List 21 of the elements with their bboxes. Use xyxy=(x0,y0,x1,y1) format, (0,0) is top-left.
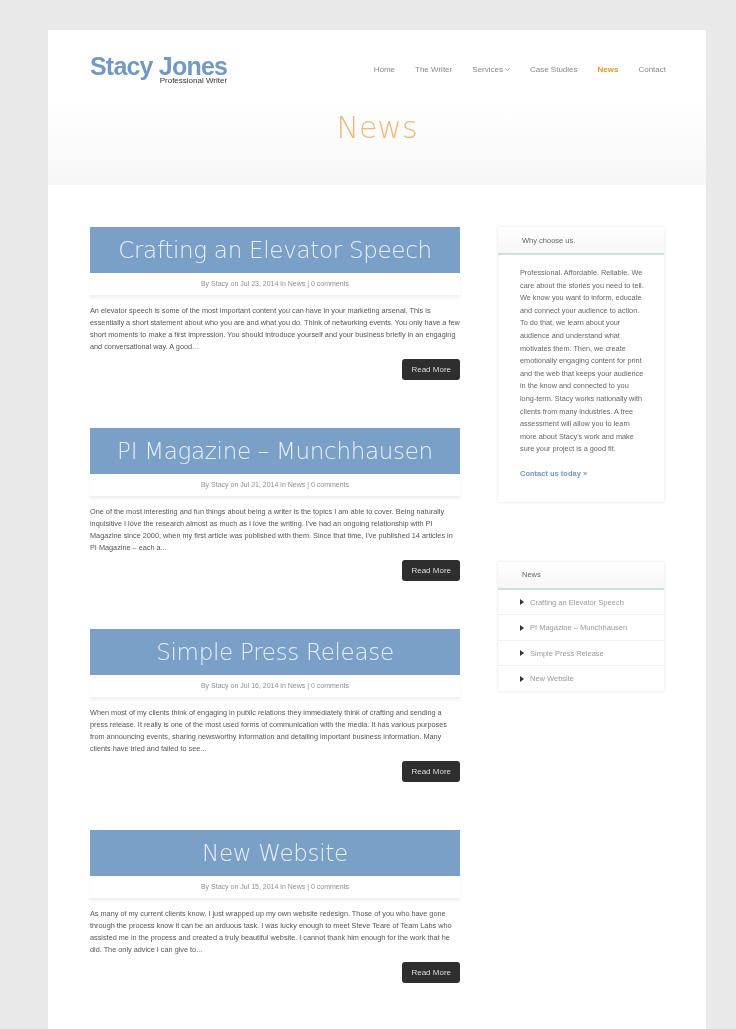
arrow-right-icon xyxy=(520,675,524,682)
arrow-right-icon xyxy=(520,624,524,631)
read-more-button[interactable]: Read More xyxy=(402,761,460,782)
logo-name: Stacy Jones xyxy=(90,53,228,78)
nav-link[interactable]: Case Studies xyxy=(529,64,578,74)
read-more-button[interactable]: Read More xyxy=(402,560,460,581)
logo-tagline: Professional Writer xyxy=(159,75,228,85)
nav-link[interactable]: Services xyxy=(472,64,510,74)
post-title[interactable]: PI Magazine – Munchhausen xyxy=(117,438,433,464)
page-title: News xyxy=(336,110,418,145)
post-title[interactable]: Crafting an Elevator Speech xyxy=(118,237,432,263)
arrow-right-icon xyxy=(520,599,524,606)
nav-link[interactable]: News xyxy=(597,64,619,74)
nav-link[interactable]: The Writer xyxy=(415,64,453,74)
read-more-button[interactable]: Read More xyxy=(402,962,460,983)
post-title[interactable]: New Website xyxy=(202,840,348,866)
post-title[interactable]: Simple Press Release xyxy=(156,639,394,665)
read-more-button[interactable]: Read More xyxy=(402,359,460,380)
nav-link[interactable]: Contact xyxy=(638,64,666,74)
nav-link[interactable]: Home xyxy=(373,64,396,74)
arrow-right-icon xyxy=(520,650,524,657)
